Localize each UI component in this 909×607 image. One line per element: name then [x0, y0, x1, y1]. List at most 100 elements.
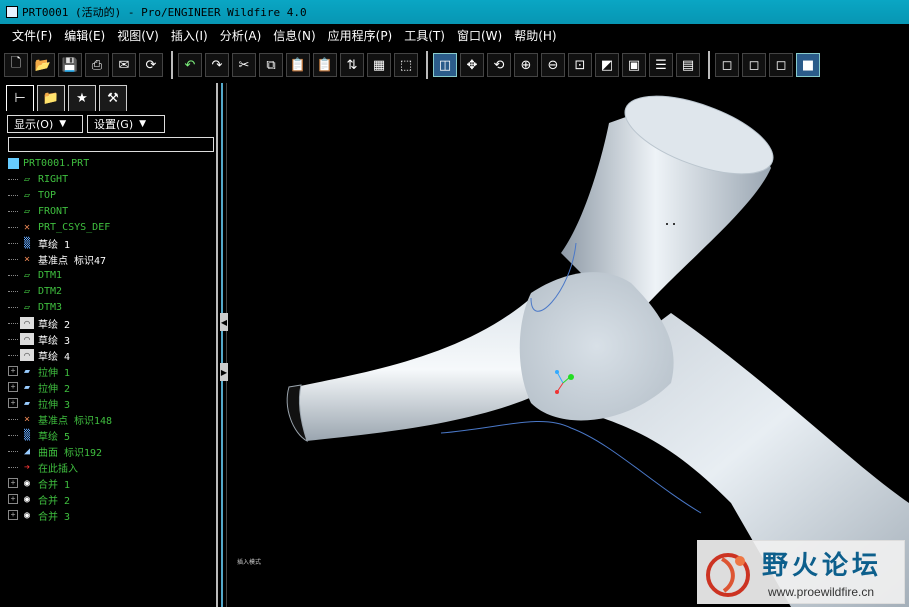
tree-item[interactable]: × 基准点 标识148	[8, 411, 214, 427]
open-folder-icon[interactable]: 📂	[31, 53, 55, 77]
spin-center-icon[interactable]: ✥	[460, 53, 484, 77]
wireframe-icon[interactable]: ◻	[715, 53, 739, 77]
tree-connector	[8, 306, 18, 308]
tree-item[interactable]: × 基准点 标识47	[8, 251, 214, 267]
tree-item[interactable]: + ▰ 拉伸 1	[8, 363, 214, 379]
orient-mode-icon[interactable]: ⟲	[487, 53, 511, 77]
menu-info[interactable]: 信息(N)	[273, 27, 315, 44]
selection-box-icon[interactable]: ⬚	[394, 53, 418, 77]
no-hidden-icon[interactable]: ◻	[769, 53, 793, 77]
show-dropdown[interactable]: 显示(O) ▼	[7, 115, 83, 133]
tree-item[interactable]: ✕ PRT_CSYS_DEF	[8, 219, 214, 235]
zoom-in-icon[interactable]: ⊕	[514, 53, 538, 77]
tree-item-label: 在此插入	[38, 463, 78, 475]
tree-item[interactable]: + ◉ 合并 3	[8, 507, 214, 523]
expand-icon[interactable]: +	[8, 510, 18, 520]
model-tree-filter-icon[interactable]: ▦	[367, 53, 391, 77]
settings-dropdown[interactable]: 设置(G) ▼	[87, 115, 165, 133]
menu-file[interactable]: 文件(F)	[12, 27, 52, 44]
tree-connector	[8, 450, 18, 452]
refit-icon[interactable]: ⊡	[568, 53, 592, 77]
tree-item-insert-here[interactable]: ➔ 在此插入	[8, 459, 214, 475]
tree-item[interactable]: + ◉ 合并 2	[8, 491, 214, 507]
view-manager-icon[interactable]: ▤	[676, 53, 700, 77]
expand-icon[interactable]: +	[8, 398, 18, 408]
menu-tools[interactable]: 工具(T)	[404, 27, 445, 44]
tree-item[interactable]: ▱ FRONT	[8, 203, 214, 219]
tree-item[interactable]: ◢ 曲面 标识192	[8, 443, 214, 459]
repaint-icon[interactable]: ◫	[433, 53, 457, 77]
paste-special-icon[interactable]: 📋	[313, 53, 337, 77]
tree-connector	[8, 194, 18, 196]
copy-icon[interactable]: ⧉	[259, 53, 283, 77]
tree-item-label: 合并 3	[38, 511, 71, 523]
saved-views-icon[interactable]: ▣	[622, 53, 646, 77]
tree-item[interactable]: ▱ RIGHT	[8, 171, 214, 187]
menu-edit[interactable]: 编辑(E)	[64, 27, 105, 44]
app-icon	[6, 6, 18, 18]
csys-axis-end	[568, 374, 574, 380]
expand-icon[interactable]: +	[8, 478, 18, 488]
expand-icon[interactable]: +	[8, 366, 18, 376]
tree-item[interactable]: ⌒ 草绘 2	[8, 315, 214, 331]
tree-item[interactable]: ⌒ 草绘 4	[8, 347, 214, 363]
folder-browser-tab-icon[interactable]: 📁	[37, 85, 65, 111]
tree-item-label: 草绘 1	[38, 239, 71, 251]
tree-item[interactable]: ▱ DTM1	[8, 267, 214, 283]
expand-right-icon[interactable]: ▶	[220, 363, 228, 381]
menu-help[interactable]: 帮助(H)	[514, 27, 556, 44]
merge-icon: ◉	[23, 477, 31, 489]
menu-applications[interactable]: 应用程序(P)	[328, 27, 393, 44]
show-dropdown-label: 显示(O)	[14, 118, 54, 131]
regenerate-icon[interactable]: ⟳	[139, 53, 163, 77]
tree-item-label: 基准点 标识47	[38, 255, 107, 267]
tree-item[interactable]: ▱ TOP	[8, 187, 214, 203]
email-icon[interactable]: ✉	[112, 53, 136, 77]
save-icon[interactable]: 💾	[58, 53, 82, 77]
tree-item-root[interactable]: PRT0001.PRT	[8, 155, 214, 171]
tree-search-input[interactable]	[8, 137, 214, 152]
zoom-out-icon[interactable]: ⊖	[541, 53, 565, 77]
menu-insert[interactable]: 插入(I)	[171, 27, 208, 44]
cut-icon[interactable]: ✂	[232, 53, 256, 77]
tree-item-label: PRT_CSYS_DEF	[38, 221, 111, 233]
tree-item[interactable]: + ◉ 合并 1	[8, 475, 214, 491]
datum-point-marker	[666, 223, 668, 225]
datum-point-icon: ×	[23, 253, 31, 265]
new-file-icon[interactable]: 🗋	[4, 53, 28, 77]
tree-options-bar: 显示(O) ▼ 设置(G) ▼	[7, 115, 169, 133]
panel-splitter[interactable]: ◀ ▶	[219, 83, 231, 607]
hidden-line-icon[interactable]: ◻	[742, 53, 766, 77]
tree-item[interactable]: ▱ DTM3	[8, 299, 214, 315]
tree-item[interactable]: ▒ 草绘 5	[8, 427, 214, 443]
paste-icon[interactable]: 📋	[286, 53, 310, 77]
tree-item-label: TOP	[38, 189, 57, 201]
shading-icon[interactable]: ■	[796, 53, 820, 77]
print-icon[interactable]: ⎙	[85, 53, 109, 77]
tree-item[interactable]: ▒ 草绘 1	[8, 235, 214, 251]
expand-icon[interactable]: +	[8, 382, 18, 392]
watermark-title: 野火论坛	[762, 551, 883, 581]
connections-tab-icon[interactable]: ⚒	[99, 85, 127, 111]
datum-point-marker	[673, 223, 675, 225]
tree-item-label: 合并 2	[38, 495, 71, 507]
menu-analysis[interactable]: 分析(A)	[220, 27, 262, 44]
graphics-window[interactable]: 插入模式	[231, 83, 909, 607]
model-arm-left[interactable]	[291, 298, 561, 441]
redo-icon[interactable]: ↷	[205, 53, 229, 77]
toolbar-separator	[171, 51, 173, 79]
menu-window[interactable]: 窗口(W)	[457, 27, 502, 44]
layers-icon[interactable]: ☰	[649, 53, 673, 77]
regen-manager-icon[interactable]: ⇅	[340, 53, 364, 77]
tree-item[interactable]: ▱ DTM2	[8, 283, 214, 299]
favorites-tab-icon[interactable]: ★	[68, 85, 96, 111]
model-tree-tab-icon[interactable]: ⊢	[6, 85, 34, 111]
reorient-icon[interactable]: ◩	[595, 53, 619, 77]
undo-icon[interactable]: ↶	[178, 53, 202, 77]
menu-view[interactable]: 视图(V)	[117, 27, 159, 44]
collapse-left-icon[interactable]: ◀	[220, 313, 228, 331]
tree-item[interactable]: ⌒ 草绘 3	[8, 331, 214, 347]
expand-icon[interactable]: +	[8, 494, 18, 504]
tree-item[interactable]: + ▰ 拉伸 3	[8, 395, 214, 411]
tree-item[interactable]: + ▰ 拉伸 2	[8, 379, 214, 395]
